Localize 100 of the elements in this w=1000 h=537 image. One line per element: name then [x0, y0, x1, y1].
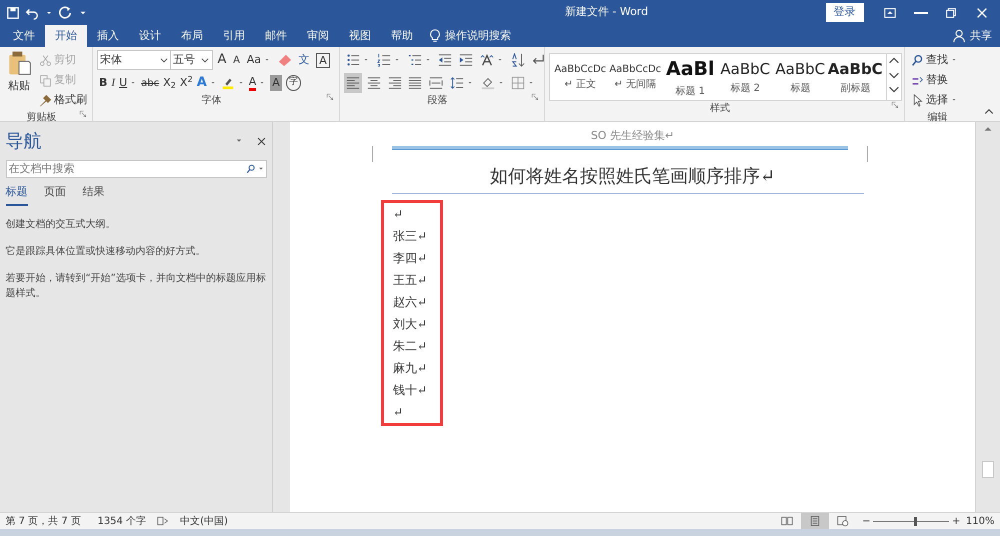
- pane-tab[interactable]: 标题: [6, 184, 28, 206]
- view-button[interactable]: [800, 513, 829, 529]
- copy-icon: [38, 74, 52, 86]
- decrease-indent-icon: [438, 53, 452, 67]
- eraser-icon: [278, 53, 292, 67]
- borders-icon: [511, 76, 526, 90]
- proofing-icon: [157, 515, 170, 527]
- paint-bucket-icon: [480, 76, 494, 90]
- highlighter-icon: [220, 76, 235, 90]
- phonetic-guide-button[interactable]: 文: [296, 50, 312, 70]
- help-text: 若要开始，请转到“开始”选项卡，并向文档中的标题应用标题样式。: [6, 272, 266, 301]
- style-item[interactable]: AaBbC 副标题: [828, 54, 883, 100]
- document-title: 如何将姓名按照姓氏笔画顺序排序↵: [488, 165, 776, 189]
- ribbon-display-icon: [883, 6, 897, 20]
- save-icon: [6, 6, 20, 20]
- character-shading-button[interactable]: A: [268, 73, 284, 93]
- replace-button[interactable]: 替换: [909, 70, 966, 90]
- close-icon: [974, 6, 988, 20]
- select-button[interactable]: 选择: [909, 90, 966, 110]
- character-border-button[interactable]: A: [314, 50, 332, 70]
- style-item[interactable]: AaBbCcDc ↵ 无间隔: [608, 54, 663, 100]
- line-spacing-icon: [450, 76, 464, 90]
- style-item[interactable]: AaBbC 标题: [772, 54, 828, 100]
- ribbon-tab[interactable]: 视图: [338, 25, 381, 47]
- italic-button[interactable]: I: [109, 73, 118, 93]
- style-item[interactable]: AaBl 标题 1: [662, 54, 718, 100]
- name-line: 张三↵: [393, 228, 428, 244]
- zoom-slider[interactable]: [873, 516, 950, 526]
- ribbon-tab[interactable]: 审阅: [296, 25, 339, 47]
- dialog-launcher-icon: [531, 93, 540, 102]
- login-button[interactable]: 登录: [826, 3, 864, 22]
- read-view-icon: [780, 515, 793, 527]
- superscript-button[interactable]: X$^{2}$: [178, 73, 195, 93]
- format-painter-button[interactable]: 格式刷: [36, 90, 89, 110]
- change-case-button[interactable]: Aa: [244, 50, 274, 70]
- ribbon-tab[interactable]: 引用: [212, 25, 255, 47]
- share-button[interactable]: 共享: [970, 28, 992, 44]
- find-button[interactable]: 查找: [909, 50, 966, 70]
- print-view-icon: [808, 515, 821, 527]
- align-left-button[interactable]: [344, 73, 362, 93]
- grow-font-button[interactable]: A: [216, 50, 228, 70]
- zoom-in-button[interactable]: +: [952, 514, 960, 528]
- ribbon-tab[interactable]: 设计: [128, 25, 171, 47]
- align-justify-icon: [408, 76, 422, 90]
- subscript-button[interactable]: X$_{2}$: [161, 73, 178, 93]
- style-item[interactable]: AaBbC 标题 2: [718, 54, 773, 100]
- name-line: 王五↵: [393, 272, 428, 288]
- person-icon: [953, 29, 967, 43]
- align-center-icon: [366, 76, 381, 90]
- dialog-launcher-icon: [79, 110, 88, 119]
- name-line: ↵: [393, 206, 404, 222]
- zoom-out-button[interactable]: −: [862, 514, 871, 528]
- show-marks-icon: [531, 53, 546, 67]
- pane-tab[interactable]: 页面: [44, 184, 66, 206]
- minimize-icon: [914, 12, 928, 14]
- close-icon: [256, 136, 266, 146]
- ribbon-tab[interactable]: 开始: [44, 25, 87, 47]
- asian-layout-icon: [480, 53, 494, 67]
- group-label: 样式: [709, 102, 731, 116]
- dialog-launcher-icon: [891, 101, 900, 110]
- zoom-percent: 110%: [966, 514, 994, 528]
- enclose-characters-button[interactable]: 字: [284, 73, 303, 93]
- scissors-icon: [38, 54, 52, 66]
- search-icon: [246, 164, 256, 174]
- scroll-thumb[interactable]: [982, 461, 994, 478]
- font-color-button[interactable]: A: [246, 73, 268, 93]
- name-line: 刘大↵: [393, 316, 428, 332]
- ribbon-tab[interactable]: 文件: [2, 25, 45, 47]
- word-count: 1354 个字: [97, 514, 146, 528]
- ribbon-tab[interactable]: 帮助: [380, 25, 423, 47]
- name-line: 钱十↵: [393, 382, 428, 398]
- page-count: 第 7 页，共 7 页: [6, 514, 81, 528]
- style-item[interactable]: AaBbCcDc ↵ 正文: [552, 54, 608, 100]
- shrink-font-button[interactable]: A: [231, 50, 242, 70]
- help-text: 它是跟踪具体位置或快速移动内容的好方式。: [6, 244, 206, 259]
- group-label: 剪贴板: [26, 110, 58, 125]
- ribbon-tab[interactable]: 布局: [170, 25, 213, 47]
- ribbon-tab[interactable]: 邮件: [254, 25, 297, 47]
- help-text: 创建文档的交互式大纲。: [6, 218, 116, 232]
- align-left-icon: [346, 76, 360, 90]
- slider-thumb[interactable]: [914, 516, 917, 526]
- pane-title: 导航: [6, 130, 42, 154]
- multilevel-list-icon: [408, 53, 422, 67]
- underline-button[interactable]: U: [117, 73, 140, 93]
- ribbon-tab[interactable]: 插入: [86, 25, 129, 47]
- tell-me-search[interactable]: 操作说明搜索: [445, 28, 511, 44]
- header-text: SO 先生经验集↵: [590, 128, 676, 144]
- paste-button[interactable]: 粘贴: [4, 50, 34, 102]
- strikethrough-button[interactable]: abc: [139, 73, 162, 93]
- font-name-dropdown[interactable]: 宋体: [97, 50, 172, 70]
- align-right-icon: [388, 76, 402, 90]
- align-distributed-icon: [429, 76, 443, 90]
- bold-button[interactable]: B: [97, 73, 110, 93]
- pane-tab[interactable]: 结果: [82, 184, 104, 206]
- font-size-dropdown[interactable]: 五号: [170, 50, 213, 70]
- dialog-launcher-icon: [326, 93, 335, 102]
- window-title: 新建文件 - Word: [564, 4, 650, 20]
- name-line: 李四↵: [393, 250, 428, 266]
- text-effects-button[interactable]: A: [194, 73, 219, 93]
- language-status: 中文(中国): [180, 514, 228, 528]
